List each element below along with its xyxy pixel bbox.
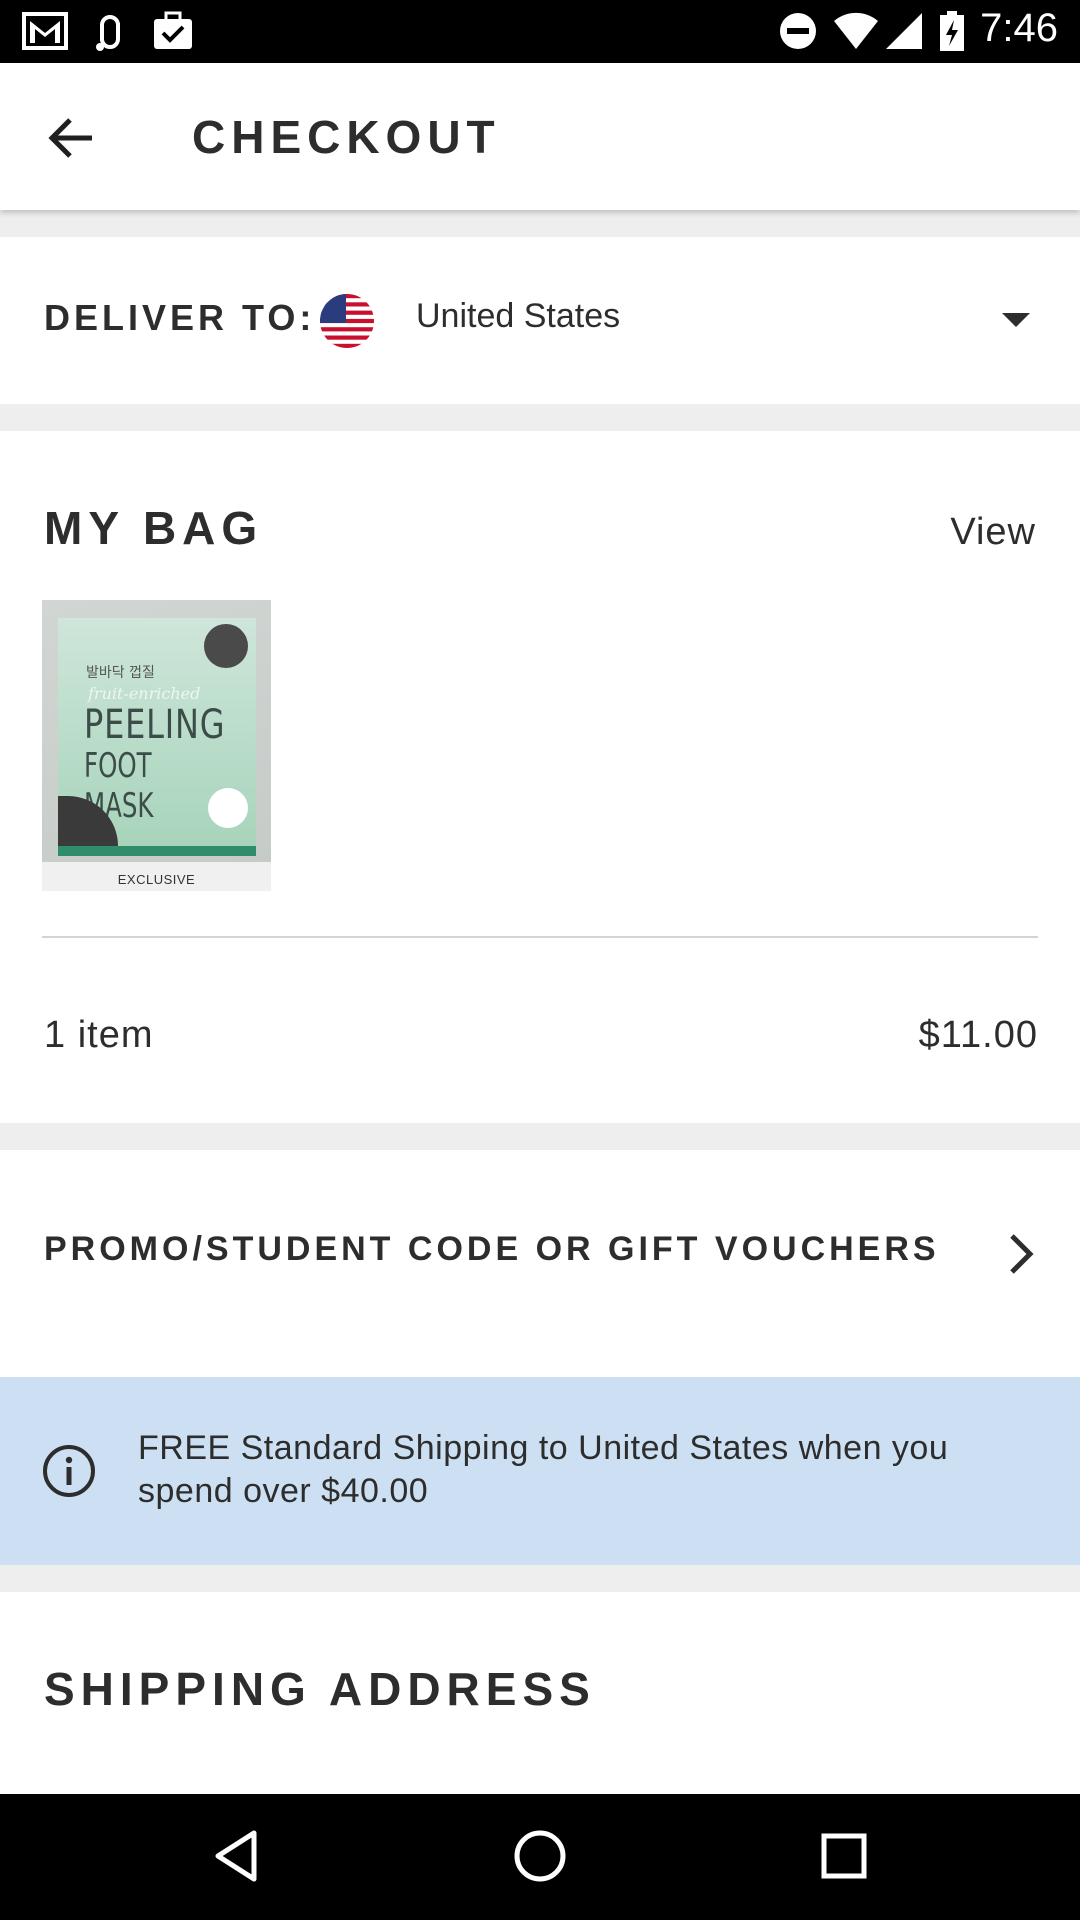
- status-bar: 7:46: [0, 0, 1080, 63]
- exclusive-badge: EXCLUSIVE: [117, 872, 196, 887]
- briefcase-check-icon: [152, 11, 194, 56]
- do-not-disturb-icon: [778, 11, 818, 56]
- gmail-icon: [22, 11, 68, 56]
- product-thumbnail[interactable]: 발바닥 껍질 fruit-enriched PEELING FOOT MASK …: [42, 600, 271, 891]
- caret-down-icon: [1002, 313, 1030, 327]
- product-packaging: 발바닥 껍질 fruit-enriched PEELING FOOT MASK: [58, 618, 256, 856]
- shipping-address-title: SHIPPING ADDRESS: [44, 1663, 596, 1715]
- arrow-back-icon: [48, 116, 96, 165]
- my-bag-section: MY BAG View 발바닥 껍질 fruit-enriched PEELIN…: [0, 431, 1080, 1123]
- link-icon: [90, 11, 130, 58]
- promo-code-row[interactable]: PROMO/STUDENT CODE OR GIFT VOUCHERS: [0, 1150, 1080, 1377]
- free-shipping-banner: FREE Standard Shipping to United States …: [0, 1377, 1080, 1565]
- nav-home-button[interactable]: [508, 1826, 572, 1890]
- page-title: CHECKOUT: [192, 111, 501, 163]
- country-value: United States: [416, 297, 621, 335]
- packaging-title-line1: PEELING: [84, 702, 226, 748]
- recents-square-icon: [820, 1832, 868, 1885]
- battery-charging-icon: [938, 11, 966, 58]
- wifi-icon: [832, 11, 880, 56]
- status-time: 7:46: [980, 6, 1058, 50]
- info-icon: [42, 1444, 96, 1503]
- back-button[interactable]: [40, 108, 104, 172]
- promo-label: PROMO/STUDENT CODE OR GIFT VOUCHERS: [44, 1230, 940, 1268]
- nav-back-button[interactable]: [204, 1826, 268, 1890]
- chevron-right-icon: [1006, 1232, 1036, 1281]
- bag-total: $11.00: [918, 1014, 1038, 1056]
- shipping-address-section: SHIPPING ADDRESS: [0, 1592, 1080, 1794]
- my-bag-title: MY BAG: [44, 502, 264, 554]
- signal-icon: [884, 11, 924, 56]
- item-count: 1 item: [44, 1014, 154, 1056]
- free-shipping-text: FREE Standard Shipping to United States …: [138, 1429, 949, 1510]
- divider: [42, 936, 1038, 938]
- view-bag-link[interactable]: View: [950, 511, 1036, 554]
- home-circle-icon: [513, 1829, 567, 1888]
- us-flag-icon: [320, 294, 374, 353]
- product-image: 발바닥 껍질 fruit-enriched PEELING FOOT MASK: [42, 600, 271, 862]
- deliver-to-label: DELIVER TO:: [44, 297, 316, 338]
- checkout-screen: 7:46 CHECKOUT DELIVER TO: United States …: [0, 0, 1080, 1920]
- back-triangle-icon: [212, 1829, 260, 1888]
- app-bar: CHECKOUT: [0, 63, 1080, 210]
- brand-badge-icon: [204, 624, 248, 668]
- deliver-to-selector[interactable]: DELIVER TO: United States: [0, 237, 1080, 404]
- packaging-korean-text: 발바닥 껍질: [86, 665, 155, 681]
- system-nav-bar: [0, 1794, 1080, 1920]
- packaging-script-text: fruit-enriched: [88, 684, 201, 703]
- packaging-seal-icon: [208, 788, 248, 828]
- nav-recents-button[interactable]: [812, 1826, 876, 1890]
